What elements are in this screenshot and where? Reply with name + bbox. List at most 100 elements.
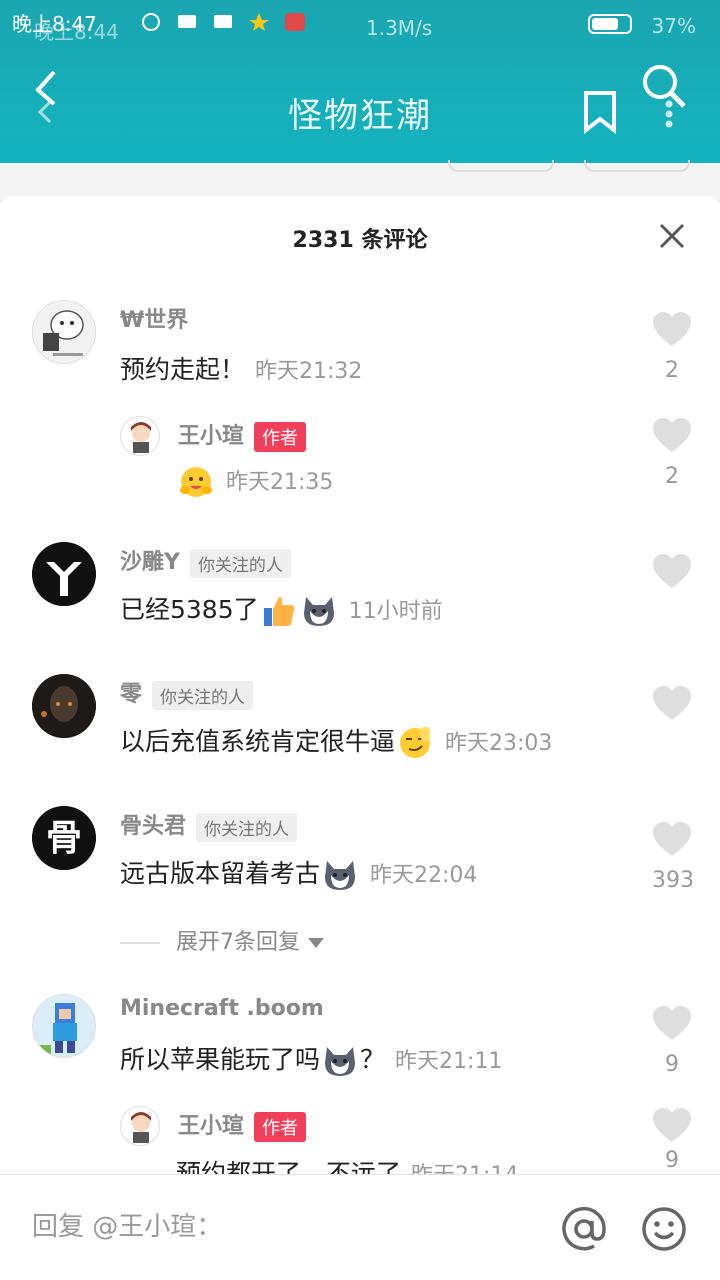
following-tag: 你关注的人 [189,548,291,578]
comment-body: 预约走起！ [120,355,246,384]
heart-icon [653,312,691,346]
heart-icon [653,1108,691,1142]
heart-icon [653,554,691,588]
comment-text: 预约走起！ 昨天21:32 [120,350,362,386]
husky-emoji-icon [322,1043,358,1079]
comment-username: 骨头君 你关注的人 [120,808,298,842]
star-icon [248,12,270,32]
avatar-initial: 骨 [46,818,82,859]
following-tag: 你关注的人 [152,680,254,710]
reply-item: 王小瑄 作者 昨天21:35 2 [0,414,720,514]
bookmark-icon[interactable] [582,90,618,135]
mention-at-icon[interactable] [560,1205,608,1253]
reply-bar [0,1174,720,1280]
reply-input[interactable] [32,1207,532,1247]
status-time: 晚上8:47 [12,12,97,36]
comment-username-text[interactable]: 零 [120,682,142,707]
thumbs-up-emoji-icon [261,593,297,629]
comment-time: 昨天21:11 [395,1049,503,1074]
like-button[interactable]: 2 [652,312,692,383]
husky-emoji-icon [301,593,337,629]
status-bar: 晚上8:44 晚上8:47 1.3M/s 37% [0,0,720,44]
notification-icons [140,12,306,32]
comment-item: 骨 骨头君 你关注的人 远古版本留着考古 昨天22:04 393 展开7条回复 [0,806,720,976]
comment-body: 所以苹果能玩了吗 [120,1045,321,1074]
reply-username: 王小瑄 作者 [178,1108,307,1142]
like-button[interactable]: 9 [652,1006,692,1077]
comment-text: 以后充值系统肯定很牛逼 昨天23:03 [120,722,552,761]
avatar[interactable] [120,1106,160,1146]
comment-item: 沙雕Y 你关注的人 已经5385了 11小时前 [0,542,720,652]
comment-count-suffix: 条评论 [361,228,428,253]
app-icon [140,12,162,32]
background-button [448,160,554,172]
background-button [584,160,690,172]
expand-replies-label: 展开7条回复 [176,930,300,955]
comment-item: 零你关注的人 以后充值系统肯定很牛逼 昨天23:03 [0,674,720,784]
comment-time: 11小时前 [348,599,443,624]
comment-body: 以后充值系统肯定很牛逼 [120,727,396,756]
heart-icon [653,686,691,720]
comment-body: 已经5385了 [120,595,259,624]
battery-icon [588,14,632,34]
heart-icon [653,822,691,856]
heart-icon [653,1006,691,1040]
reply-username-text[interactable]: 王小瑄 [178,1114,244,1139]
like-count: 2 [665,358,679,383]
comment-username-text[interactable]: 骨头君 [120,814,186,839]
comment-count: 2331 [292,228,354,253]
husky-emoji-icon [322,857,358,893]
comments-sheet: 2331 条评论 ₩世界 预约走起！ 昨天21:32 2 王小瑄 作者 昨天21… [0,196,720,1280]
comment-body: 远古版本留着考古 [120,859,321,888]
comment-username[interactable]: Minecraft .boom [120,996,324,1021]
avatar[interactable]: 骨 [32,806,96,870]
message-icon [176,12,198,32]
comment-text: 远古版本留着考古 昨天22:04 [120,854,477,893]
close-icon[interactable] [656,220,688,252]
following-tag: 你关注的人 [196,812,298,842]
heart-icon [653,418,691,452]
comment-username-text[interactable]: 沙雕Y [120,550,180,575]
comment-time: 昨天21:32 [255,359,363,384]
like-button[interactable]: 393 [652,822,694,893]
like-button[interactable]: 2 [652,418,692,489]
reply-username-text[interactable]: 王小瑄 [178,424,244,449]
reply-time: 昨天21:14 [411,1163,518,1174]
app-badge-icon [284,12,306,32]
comment-body-tail: ？ [360,1045,386,1074]
like-count: 9 [665,1052,679,1077]
comment-username: 零你关注的人 [120,676,254,710]
comment-username[interactable]: ₩世界 [120,302,188,334]
expand-replies-button[interactable]: 展开7条回复 [120,924,324,956]
more-options-icon[interactable] [664,98,674,130]
reply-text: 昨天21:35 [176,464,333,500]
like-count: 9 [665,1148,679,1173]
comment-time: 昨天22:04 [370,863,478,888]
comment-item: ₩世界 预约走起！ 昨天21:32 2 [0,300,720,412]
emoji-icon[interactable] [640,1205,688,1253]
reply-time: 昨天21:35 [226,470,334,495]
caret-down-icon [308,938,324,948]
reply-username: 王小瑄 作者 [178,418,307,452]
like-button[interactable]: 9 [652,1108,692,1173]
author-tag: 作者 [254,1112,307,1142]
avatar[interactable] [32,994,96,1058]
like-count: 2 [665,464,679,489]
avatar[interactable] [120,416,160,456]
divider [120,942,160,944]
comment-text: 已经5385了 11小时前 [120,590,443,629]
author-tag: 作者 [254,422,307,452]
reply-text: 预约都开了，不远了昨天21:14 [176,1154,518,1174]
avatar[interactable] [32,300,96,364]
comment-text: 所以苹果能玩了吗 ？ 昨天21:11 [120,1040,502,1079]
comment-time: 昨天23:03 [445,731,553,756]
avatar[interactable] [32,542,96,606]
avatar[interactable] [32,674,96,738]
network-speed: 1.3M/s [366,16,433,40]
reply-item: 王小瑄作者 预约都开了，不远了昨天21:14 9 [0,1104,720,1174]
like-button[interactable] [652,686,692,722]
like-button[interactable] [652,554,692,590]
message-icon [212,12,234,32]
hug-emoji-icon [178,464,214,500]
reply-body: 预约都开了，不远了 [176,1159,402,1174]
